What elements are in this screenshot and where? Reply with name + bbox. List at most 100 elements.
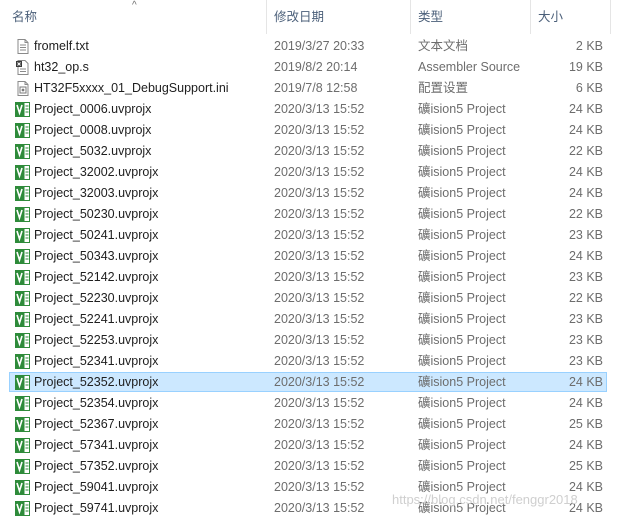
- column-divider[interactable]: [530, 0, 531, 34]
- uvision-project-icon: [15, 480, 30, 495]
- watermark: https://blog.csdn.net/fenggr2018: [392, 492, 578, 507]
- file-name[interactable]: Project_57341.uvprojx: [34, 435, 158, 456]
- file-row[interactable]: uvision-project-iconProject_52354.uvproj…: [0, 393, 629, 414]
- file-row[interactable]: uvision-project-iconProject_50343.uvproj…: [0, 246, 629, 267]
- file-row[interactable]: text-file-iconfromelf.txt2019/3/27 20:33…: [0, 36, 629, 57]
- file-name[interactable]: Project_50241.uvprojx: [34, 225, 158, 246]
- column-header-size-label: 大小: [538, 10, 564, 24]
- uvision-project-icon: [15, 165, 30, 180]
- file-name[interactable]: Project_0008.uvprojx: [34, 120, 151, 141]
- file-name[interactable]: fromelf.txt: [34, 36, 89, 57]
- column-header-name[interactable]: 名称: [12, 0, 267, 34]
- column-header-type-label: 类型: [418, 10, 444, 24]
- column-header-name-label: 名称: [12, 10, 38, 24]
- column-header-bar: 名称 ^ 修改日期 类型 大小: [0, 0, 629, 34]
- file-size: 2 KB: [575, 39, 603, 53]
- uvision-project-icon: [15, 102, 30, 117]
- file-name[interactable]: Project_52367.uvprojx: [34, 414, 158, 435]
- file-type: 礦ision5 Project: [418, 270, 506, 284]
- file-name[interactable]: ht32_op.s: [34, 57, 89, 78]
- uvision-project-icon: [15, 459, 30, 474]
- file-name[interactable]: Project_50343.uvprojx: [34, 246, 158, 267]
- assembler-file-icon: [16, 60, 29, 75]
- file-type: 礦ision5 Project: [418, 312, 506, 326]
- file-row[interactable]: uvision-project-iconProject_57341.uvproj…: [0, 435, 629, 456]
- file-date: 2020/3/13 15:52: [274, 333, 365, 347]
- file-type: 礦ision5 Project: [418, 123, 506, 137]
- uvision-project-icon: [15, 333, 30, 348]
- file-name[interactable]: Project_50230.uvprojx: [34, 204, 158, 225]
- file-row[interactable]: uvision-project-iconProject_5032.uvprojx…: [0, 141, 629, 162]
- file-date: 2020/3/13 15:52: [274, 480, 365, 494]
- text-file-icon: [17, 39, 29, 54]
- file-size: 23 KB: [568, 333, 603, 347]
- ini-file-icon: [17, 81, 29, 96]
- file-date: 2020/3/13 15:52: [274, 312, 365, 326]
- file-row[interactable]: uvision-project-iconProject_52241.uvproj…: [0, 309, 629, 330]
- file-row[interactable]: uvision-project-iconProject_52367.uvproj…: [0, 414, 629, 435]
- file-name[interactable]: Project_52341.uvprojx: [34, 351, 158, 372]
- file-type: 礦ision5 Project: [418, 291, 506, 305]
- file-date: 2020/3/13 15:52: [274, 123, 365, 137]
- file-row[interactable]: uvision-project-iconProject_52253.uvproj…: [0, 330, 629, 351]
- file-type: 礦ision5 Project: [418, 375, 506, 389]
- column-header-date[interactable]: 修改日期: [274, 0, 409, 34]
- file-name[interactable]: Project_57352.uvprojx: [34, 456, 158, 477]
- file-date: 2020/3/13 15:52: [274, 207, 365, 221]
- file-row[interactable]: uvision-project-iconProject_57352.uvproj…: [0, 456, 629, 477]
- file-type: 礦ision5 Project: [418, 459, 506, 473]
- file-row[interactable]: uvision-project-iconProject_52142.uvproj…: [0, 267, 629, 288]
- file-row[interactable]: uvision-project-iconProject_0008.uvprojx…: [0, 120, 629, 141]
- file-name[interactable]: Project_52352.uvprojx: [34, 372, 158, 393]
- file-date: 2019/3/27 20:33: [274, 39, 365, 53]
- column-header-size[interactable]: 大小: [538, 0, 618, 34]
- file-size: 6 KB: [575, 81, 603, 95]
- file-name[interactable]: Project_32003.uvprojx: [34, 183, 158, 204]
- file-name[interactable]: Project_32002.uvprojx: [34, 162, 158, 183]
- file-type: 礦ision5 Project: [418, 249, 506, 263]
- file-row[interactable]: uvision-project-iconProject_32002.uvproj…: [0, 162, 629, 183]
- file-name[interactable]: Project_52230.uvprojx: [34, 288, 158, 309]
- file-date: 2020/3/13 15:52: [274, 144, 365, 158]
- file-name[interactable]: Project_59741.uvprojx: [34, 498, 158, 519]
- file-row[interactable]: assembler-file-iconht32_op.s2019/8/2 20:…: [0, 57, 629, 78]
- file-date: 2019/7/8 12:58: [274, 81, 358, 95]
- file-size: 23 KB: [568, 312, 603, 326]
- file-size: 24 KB: [568, 165, 603, 179]
- file-date: 2020/3/13 15:52: [274, 354, 365, 368]
- file-type: 礦ision5 Project: [418, 165, 506, 179]
- file-row[interactable]: uvision-project-iconProject_50230.uvproj…: [0, 204, 629, 225]
- file-row[interactable]: uvision-project-iconProject_50241.uvproj…: [0, 225, 629, 246]
- file-date: 2020/3/13 15:52: [274, 270, 365, 284]
- file-date: 2020/3/13 15:52: [274, 459, 365, 473]
- uvision-project-icon: [15, 396, 30, 411]
- file-type: 礦ision5 Project: [418, 354, 506, 368]
- column-divider[interactable]: [410, 0, 411, 34]
- uvision-project-icon: [15, 123, 30, 138]
- column-divider[interactable]: [266, 0, 267, 34]
- file-name[interactable]: Project_52142.uvprojx: [34, 267, 158, 288]
- file-row[interactable]: uvision-project-iconProject_32003.uvproj…: [0, 183, 629, 204]
- file-name[interactable]: Project_59041.uvprojx: [34, 477, 158, 498]
- file-size: 25 KB: [568, 459, 603, 473]
- file-name[interactable]: Project_5032.uvprojx: [34, 141, 151, 162]
- file-date: 2019/8/2 20:14: [274, 60, 358, 74]
- file-row[interactable]: uvision-project-iconProject_52230.uvproj…: [0, 288, 629, 309]
- file-name[interactable]: HT32F5xxxx_01_DebugSupport.ini: [34, 78, 229, 99]
- file-name[interactable]: Project_52354.uvprojx: [34, 393, 158, 414]
- column-header-type[interactable]: 类型: [418, 0, 528, 34]
- column-divider[interactable]: [610, 0, 611, 34]
- uvision-project-icon: [15, 291, 30, 306]
- file-date: 2020/3/13 15:52: [274, 186, 365, 200]
- file-name[interactable]: Project_0006.uvprojx: [34, 99, 151, 120]
- file-row[interactable]: uvision-project-iconProject_0006.uvprojx…: [0, 99, 629, 120]
- file-type: 礦ision5 Project: [418, 438, 506, 452]
- file-row[interactable]: ini-file-iconHT32F5xxxx_01_DebugSupport.…: [0, 78, 629, 99]
- file-row[interactable]: uvision-project-iconProject_52352.uvproj…: [0, 372, 629, 393]
- file-name[interactable]: Project_52241.uvprojx: [34, 309, 158, 330]
- uvision-project-icon: [15, 417, 30, 432]
- uvision-project-icon: [15, 354, 30, 369]
- file-type: 礦ision5 Project: [418, 333, 506, 347]
- file-row[interactable]: uvision-project-iconProject_52341.uvproj…: [0, 351, 629, 372]
- file-name[interactable]: Project_52253.uvprojx: [34, 330, 158, 351]
